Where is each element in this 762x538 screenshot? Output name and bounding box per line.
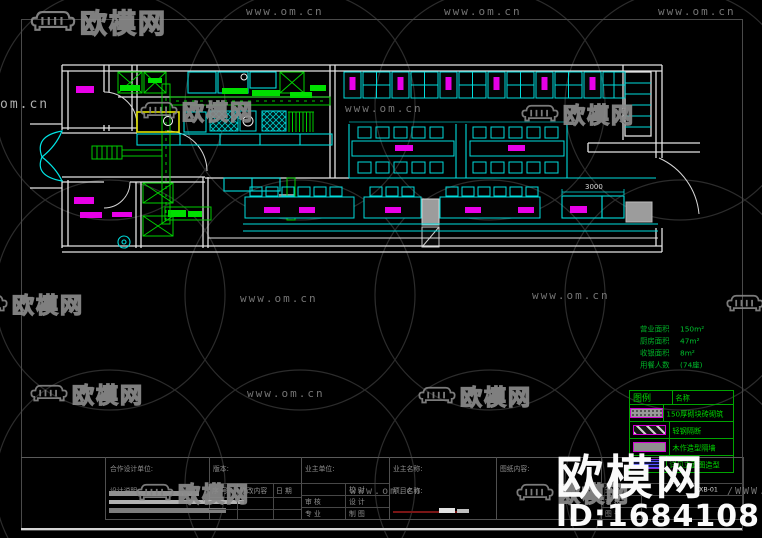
seat-unit [525, 186, 539, 197]
steel-partition-swatch [633, 425, 666, 435]
sign-label: 签 字 [605, 485, 621, 494]
role-check: 校 对 [349, 485, 365, 494]
note-bar [109, 500, 244, 504]
seat-unit [297, 186, 311, 197]
seat-unit [461, 186, 475, 197]
rev-col-no: 序 号 [212, 486, 228, 495]
legend-row: 轻钢隔断 [630, 421, 733, 438]
seat-unit [472, 126, 487, 139]
yellow-counter [136, 111, 180, 133]
content-label: 图纸内容: [500, 464, 530, 473]
booth-cushion [445, 77, 452, 90]
seat-unit [477, 186, 491, 197]
seat-unit [490, 126, 505, 139]
rev-col-content: 修改内容 [240, 486, 268, 495]
role-major: 专 业 [305, 509, 321, 518]
legend-row: 150厚砌块砖砌筑 [630, 404, 733, 421]
seat-unit [429, 126, 444, 139]
review-label: 审 核 [605, 497, 621, 506]
area-summary-table: 营业面积 150m² 厨房面积 47m² 收银面积 8m² 用餐人数 (74座) [640, 324, 710, 372]
seat-unit [508, 126, 523, 139]
seat-unit [375, 161, 390, 174]
seat-unit [401, 186, 415, 197]
booth-cushion [397, 77, 404, 90]
partner-label: 合作设计单位: [110, 464, 154, 473]
role-design: 设 计 [349, 497, 365, 506]
seat-unit [411, 126, 426, 139]
seat-unit [509, 186, 523, 197]
entry-door-leaves [39, 130, 64, 182]
seat-unit [445, 186, 459, 197]
seat-unit [490, 161, 505, 174]
note-bar [109, 491, 199, 496]
area-row: 收银面积 8m² [640, 349, 695, 359]
seat-unit [429, 161, 444, 174]
dimension-3000: 3000 [585, 183, 603, 191]
seat-unit [357, 126, 372, 139]
booth-cushion [541, 77, 548, 90]
role-audit: 审 核 [305, 497, 321, 506]
sheet-bottom-line [21, 528, 742, 530]
seat-unit [544, 126, 559, 139]
seat-unit [472, 161, 487, 174]
role-draft: 制 图 [349, 509, 365, 518]
seat-unit [369, 186, 383, 197]
seat-unit [526, 161, 541, 174]
area-row: 用餐人数 (74座) [640, 361, 703, 371]
seat-unit [393, 161, 408, 174]
seat-unit [375, 126, 390, 139]
owner-name-label: 业主名称: [393, 464, 423, 473]
drawing-number: XB-01 [699, 486, 718, 494]
project-label: 项目名称: [393, 486, 423, 495]
white-chip [457, 509, 469, 513]
seat-unit [393, 126, 408, 139]
seat-unit [313, 186, 327, 197]
seat-unit [544, 161, 559, 174]
cad-sheet-page: 3000 营业面积 150m² 厨房面积 47m² 收银面积 8m² 用餐人数 (74座… [0, 0, 762, 538]
seat-unit [493, 186, 507, 197]
booth-cushion [493, 77, 500, 90]
title-block: 合作设计单位: 设计说明 版本: 序 号 修改内容 日 期 业主单位: 审 核 … [105, 457, 744, 520]
area-row: 厨房面积 47m² [640, 337, 700, 347]
wood-partition-swatch [633, 442, 666, 452]
legend-row: 木作造型隔墙 [630, 438, 733, 455]
white-chip [439, 508, 455, 513]
area-row: 营业面积 150m² [640, 325, 705, 335]
owner-unit-label: 业主单位: [305, 464, 335, 473]
rev-col-date: 日 期 [276, 486, 292, 495]
seat-unit [526, 126, 541, 139]
version-label: 版本: [213, 464, 229, 473]
booth-cushion [349, 77, 356, 90]
legend-header: 图例 名称 [630, 391, 733, 404]
seat-unit [411, 161, 426, 174]
masonry-swatch [630, 408, 663, 418]
seat-unit [385, 186, 399, 197]
number-label: 图 号 [605, 509, 621, 518]
seat-unit [357, 161, 372, 174]
booth-cushion [589, 77, 596, 90]
seat-unit [329, 186, 343, 197]
seat-unit [508, 161, 523, 174]
